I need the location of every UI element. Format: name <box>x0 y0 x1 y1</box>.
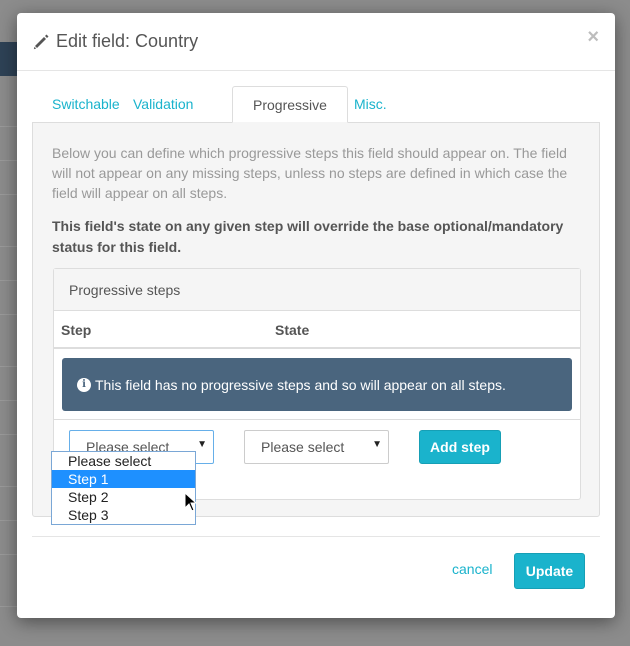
column-header-step: Step <box>61 322 92 338</box>
mouse-pointer-icon <box>184 491 198 512</box>
update-button[interactable]: Update <box>514 553 585 589</box>
caret-down-icon: ▼ <box>372 439 382 450</box>
modal-footer: cancel Update <box>32 536 600 618</box>
dropdown-option[interactable]: Step 3 <box>52 506 195 524</box>
alert-text: This field has no progressive steps and … <box>95 376 506 393</box>
dropdown-option[interactable]: Step 2 <box>52 488 195 506</box>
tab-validation[interactable]: Validation <box>113 86 213 123</box>
close-button[interactable]: × <box>587 27 599 47</box>
steps-panel-heading: Progressive steps <box>54 269 580 311</box>
modal-title: Edit field: Country <box>56 31 199 51</box>
state-select-value: Please select <box>261 439 345 455</box>
tab-progressive[interactable]: Progressive <box>232 86 348 123</box>
cancel-button[interactable]: cancel <box>452 561 492 577</box>
panel-warning: This field's state on any given step wil… <box>52 218 564 255</box>
modal-header: Edit field: Country × <box>17 13 615 71</box>
steps-table-header: Step State <box>54 311 580 349</box>
no-steps-alert: i This field has no progressive steps an… <box>62 358 572 411</box>
edit-field-modal: Edit field: Country × Switchable Validat… <box>17 13 615 618</box>
info-icon: i <box>77 377 91 392</box>
dropdown-option[interactable]: Please select <box>52 452 195 470</box>
panel-description: Below you can define which progressive s… <box>52 145 568 201</box>
dropdown-option-highlighted[interactable]: Step 1 <box>52 470 195 488</box>
step-select-dropdown: Please select Step 1 Step 2 Step 3 <box>51 451 196 525</box>
column-header-state: State <box>275 322 310 338</box>
modal-title-wrap: Edit field: Country <box>32 31 198 52</box>
state-select[interactable]: Please select ▼ <box>244 430 389 464</box>
add-step-button[interactable]: Add step <box>419 430 501 464</box>
pencil-icon <box>32 33 50 51</box>
tab-bar: Switchable Validation Progressive Misc. <box>32 86 600 123</box>
caret-down-icon: ▼ <box>197 439 207 450</box>
